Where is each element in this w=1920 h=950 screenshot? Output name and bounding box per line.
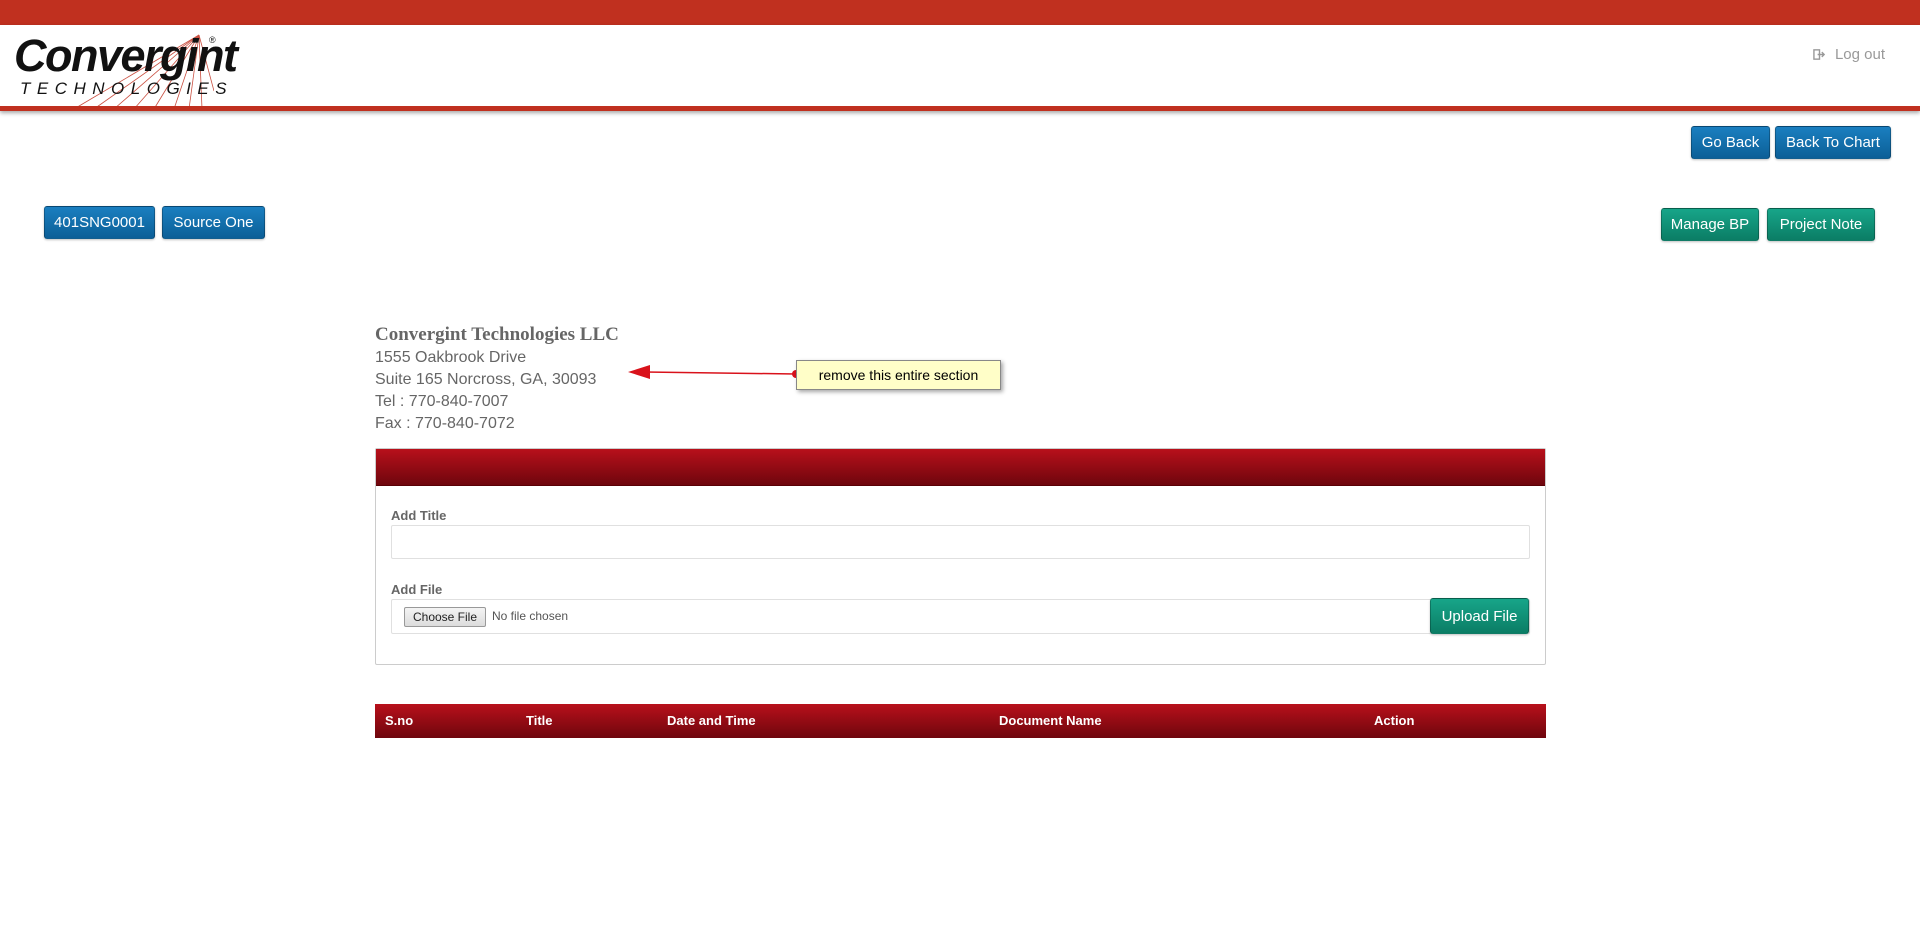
- upload-file-button[interactable]: Upload File: [1430, 598, 1529, 634]
- add-title-input[interactable]: [391, 525, 1530, 559]
- company-name: Convergint Technologies LLC: [375, 324, 619, 345]
- upload-panel: Add Title Add File Choose File No file c…: [375, 448, 1546, 665]
- go-back-button[interactable]: Go Back: [1691, 126, 1770, 159]
- column-header-title[interactable]: Title: [526, 713, 553, 728]
- app-header: Convergint ® TECHNOLOGIES Log out: [0, 25, 1920, 111]
- logo-registered-mark: ®: [209, 35, 216, 45]
- company-address-line2: Suite 165 Norcross, GA, 30093: [375, 371, 597, 388]
- column-header-date-time[interactable]: Date and Time: [667, 713, 756, 728]
- documents-table-header: S.no Title Date and Time Document Name A…: [375, 704, 1546, 738]
- project-id-button[interactable]: 401SNG0001: [44, 206, 155, 239]
- annotation-note: remove this entire section: [796, 360, 1001, 390]
- company-fax: Fax : 770-840-7072: [375, 415, 515, 432]
- project-note-button[interactable]: Project Note: [1767, 208, 1875, 241]
- convergint-logo[interactable]: Convergint ® TECHNOLOGIES: [14, 31, 238, 110]
- company-tel: Tel : 770-840-7007: [375, 393, 509, 410]
- column-header-document-name[interactable]: Document Name: [999, 713, 1102, 728]
- no-file-chosen-text: No file chosen: [492, 609, 569, 623]
- file-input[interactable]: Choose File No file chosen: [391, 599, 1530, 634]
- logo-wordmark: Convergint: [14, 30, 238, 81]
- add-file-label: Add File: [391, 582, 443, 597]
- choose-file-button[interactable]: Choose File: [404, 607, 486, 627]
- back-to-chart-button[interactable]: Back To Chart: [1775, 126, 1891, 159]
- manage-bp-button[interactable]: Manage BP: [1661, 208, 1759, 241]
- add-title-label: Add Title: [391, 508, 447, 523]
- source-button[interactable]: Source One: [162, 206, 265, 239]
- column-header-sno[interactable]: S.no: [385, 713, 413, 728]
- top-accent-bar: [0, 0, 1920, 25]
- sign-out-icon: [1813, 49, 1826, 60]
- logo-subtitle: TECHNOLOGIES: [20, 79, 234, 98]
- logout-link[interactable]: Log out: [1813, 46, 1885, 63]
- company-address-line1: 1555 Oakbrook Drive: [375, 349, 527, 366]
- logout-label: Log out: [1834, 46, 1885, 63]
- upload-panel-header: [376, 449, 1545, 486]
- company-address-block: Convergint Technologies LLC 1555 Oakbroo…: [375, 323, 619, 435]
- column-header-action[interactable]: Action: [1374, 713, 1414, 728]
